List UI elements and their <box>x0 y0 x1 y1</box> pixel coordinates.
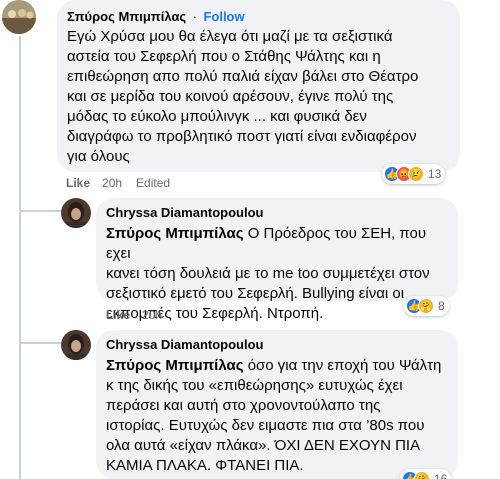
comment-bubble: Σπύρος Μπιμπίλας · Follow Εγώ Χρύσα μου … <box>57 0 460 172</box>
reaction-count: 13 <box>428 167 442 181</box>
comment-actions: Like 20h Edited <box>66 176 170 190</box>
avatar[interactable] <box>2 0 36 34</box>
reaction-summary[interactable]: 👍 😡 😢 13 <box>382 164 446 184</box>
separator-dot: · <box>192 9 197 24</box>
comment-actions: Like 20h <box>106 308 162 322</box>
mention-link[interactable]: Σπύρος Μπιμπίλας <box>106 357 244 374</box>
reaction-count: 8 <box>438 299 445 313</box>
care-icon: 🤗 <box>418 298 434 314</box>
comment-text: Εγώ Χρύσα μου θα έλεγα ότι μαζί με τα σε… <box>67 28 419 165</box>
timestamp[interactable]: 20h <box>102 176 122 190</box>
avatar[interactable] <box>61 198 91 228</box>
author-name[interactable]: Σπύρος Μπιμπίλας <box>67 9 186 24</box>
care-icon: 🤗 <box>414 471 430 479</box>
comment-bubble: Chryssa Diamantopoulou Σπύρος Μπιμπίλας … <box>96 198 458 322</box>
reaction-summary[interactable]: 👍 🤗 16 <box>400 469 452 479</box>
reaction-count: 16 <box>434 472 448 479</box>
reaction-summary[interactable]: 👍 🤗 8 <box>404 296 449 316</box>
author-name[interactable]: Chryssa Diamantopoulou <box>106 205 446 221</box>
avatar[interactable] <box>61 330 91 360</box>
edited-label[interactable]: Edited <box>136 176 170 190</box>
reply-connector <box>19 210 61 212</box>
comment-text: Σπύρος Μπιμπίλας όσο για την εποχή του Ψ… <box>106 356 446 476</box>
reply-connector <box>19 342 61 344</box>
mention-link[interactable]: Σπύρος Μπιμπίλας <box>106 225 244 242</box>
follow-button[interactable]: Follow <box>203 9 244 24</box>
timestamp[interactable]: 20h <box>142 308 162 322</box>
author-name[interactable]: Chryssa Diamantopoulou <box>106 337 446 353</box>
comment-bubble: Chryssa Diamantopoulou Σπύρος Μπιμπίλας … <box>96 330 458 479</box>
like-button[interactable]: Like <box>106 308 130 322</box>
comment-header: Σπύρος Μπιμπίλας · Follow <box>67 9 448 25</box>
thread-line <box>19 36 21 479</box>
like-button[interactable]: Like <box>66 176 90 190</box>
comment-body: όσο για την εποχή του Ψάλτη κ της δικής … <box>106 357 442 474</box>
sad-icon: 😢 <box>408 166 424 182</box>
